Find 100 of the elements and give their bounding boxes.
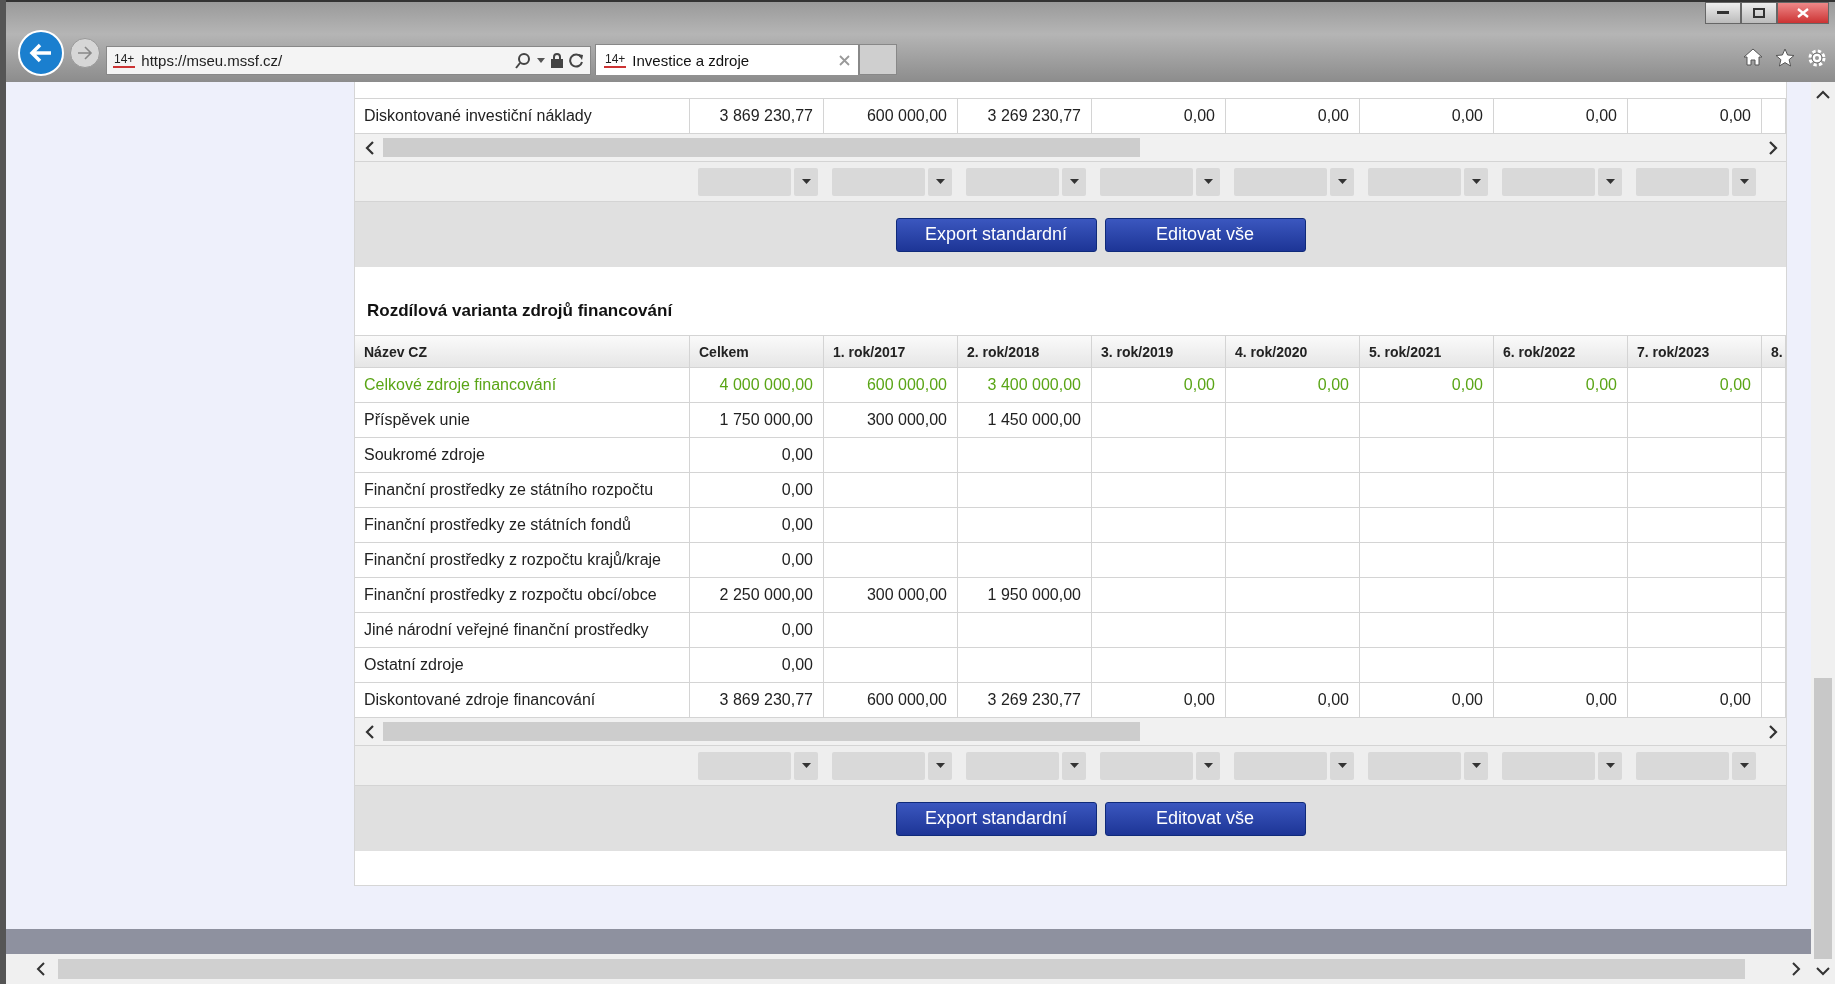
dropdown-button[interactable]: [794, 167, 818, 196]
chevron-right-icon[interactable]: [1768, 140, 1778, 155]
caret-icon: [1605, 179, 1615, 184]
table-cell: 1 750 000,00: [690, 403, 824, 438]
table-cell: 0,00: [1226, 368, 1360, 403]
minimize-button[interactable]: [1705, 2, 1741, 24]
column-header[interactable]: 3. rok/2019: [1092, 335, 1226, 368]
table-cell: 1 450 000,00: [958, 403, 1092, 438]
browser-tab[interactable]: 14+ Investice a zdroje: [595, 44, 859, 75]
table-cell: 0,00: [690, 508, 824, 543]
row-label: Soukromé zdroje: [355, 438, 690, 473]
column-header[interactable]: 1. rok/2017: [824, 335, 958, 368]
table-cell: 0,00: [690, 613, 824, 648]
caret-icon: [1605, 763, 1615, 768]
dropdown-button[interactable]: [928, 167, 952, 196]
home-icon[interactable]: [1743, 48, 1763, 66]
row-label: Finanční prostředky z rozpočtu krajů/kraje: [355, 543, 690, 578]
chevron-right-icon[interactable]: [1768, 724, 1778, 739]
tab-title: Investice a zdroje: [632, 51, 751, 69]
back-button[interactable]: [18, 30, 64, 76]
maximize-button[interactable]: [1741, 2, 1777, 24]
dropdown-button[interactable]: [1464, 751, 1488, 780]
row-label: Jiné národní veřejné finanční prostředky: [355, 613, 690, 648]
dropdown-button[interactable]: [1062, 167, 1086, 196]
table-cell: 300 000,00: [824, 578, 958, 613]
edit-all-button[interactable]: Editovat vše: [1104, 801, 1306, 836]
dropdown-button[interactable]: [1598, 167, 1622, 196]
chevron-left-icon[interactable]: [365, 140, 375, 155]
row-label: Finanční prostředky z rozpočtu obcí/obce: [355, 578, 690, 613]
table-cell: 1 950 000,00: [958, 578, 1092, 613]
dropdown-button[interactable]: [1598, 751, 1622, 780]
lock-icon: [551, 53, 563, 68]
minimize-icon: [1717, 11, 1729, 15]
table-cell: 4 000 000,00: [690, 368, 824, 403]
caret-icon: [1203, 763, 1213, 768]
dropdown-button[interactable]: [1732, 167, 1756, 196]
caret-icon: [1069, 763, 1079, 768]
column-header[interactable]: 2. rok/2018: [958, 335, 1092, 368]
star-icon[interactable]: [1775, 48, 1795, 67]
caret-icon: [935, 179, 945, 184]
caret-icon: [1739, 179, 1749, 184]
column-header[interactable]: Celkem: [690, 335, 824, 368]
edit-all-button[interactable]: Editovat vše: [1104, 217, 1306, 252]
chevron-left-icon[interactable]: [365, 724, 375, 739]
scrollbar-thumb[interactable]: [58, 959, 1745, 979]
row-label: Finanční prostředky ze státního rozpočtu: [355, 473, 690, 508]
section-title: Rozdílová varianta zdrojů financování: [366, 300, 674, 322]
table-cell: 3 400 000,00: [958, 368, 1092, 403]
scrollbar-thumb[interactable]: [1814, 677, 1832, 959]
caret-icon[interactable]: [537, 58, 545, 63]
chevron-left-icon[interactable]: [36, 962, 46, 976]
dropdown-button[interactable]: [928, 751, 952, 780]
search-icon[interactable]: [515, 52, 531, 69]
left-arrow-icon: [29, 43, 53, 63]
caret-icon: [1337, 763, 1347, 768]
dropdown-button[interactable]: [1464, 167, 1488, 196]
table-cell: 0,00: [690, 438, 824, 473]
column-header[interactable]: 7. rok/2023: [1628, 335, 1762, 368]
close-button[interactable]: [1777, 2, 1829, 24]
caret-icon: [1069, 179, 1079, 184]
caret-icon: [1739, 763, 1749, 768]
row-label: Celkové zdroje financování: [355, 368, 690, 403]
table-cell: 0,00: [690, 473, 824, 508]
dropdown-button[interactable]: [1330, 751, 1354, 780]
refresh-icon[interactable]: [569, 53, 584, 68]
dropdown-button[interactable]: [1196, 751, 1220, 780]
scrollbar-thumb[interactable]: [383, 722, 1141, 741]
chevron-down-icon[interactable]: [1816, 967, 1830, 976]
caret-icon: [1337, 179, 1347, 184]
column-header[interactable]: 8.: [1762, 335, 1786, 368]
chevron-right-icon[interactable]: [1791, 962, 1801, 976]
close-icon[interactable]: [839, 54, 850, 66]
column-header[interactable]: Název CZ: [355, 335, 690, 368]
table-cell: 0,00: [1628, 368, 1762, 403]
caret-icon: [1471, 763, 1481, 768]
row-label: Ostatní zdroje: [355, 648, 690, 683]
scrollbar-thumb[interactable]: [383, 138, 1141, 157]
column-header[interactable]: 6. rok/2022: [1494, 335, 1628, 368]
export-button[interactable]: Export standardní: [895, 217, 1097, 252]
maximize-icon: [1753, 8, 1765, 18]
table-cell: 0,00: [1092, 368, 1226, 403]
dropdown-button[interactable]: [1196, 167, 1220, 196]
table-cell: 0,00: [1494, 368, 1628, 403]
address-bar[interactable]: 14+ https://mseu.mssf.cz/: [106, 46, 591, 75]
dropdown-button[interactable]: [794, 751, 818, 780]
dropdown-button[interactable]: [1732, 751, 1756, 780]
right-arrow-icon: [77, 46, 93, 60]
row-label: Finanční prostředky ze státních fondů: [355, 508, 690, 543]
dropdown-button[interactable]: [1062, 751, 1086, 780]
export-button[interactable]: Export standardní: [895, 801, 1097, 836]
row-label: Příspěvek unie: [355, 403, 690, 438]
column-header[interactable]: 5. rok/2021: [1360, 335, 1494, 368]
caret-icon: [801, 179, 811, 184]
settings-icon[interactable]: [1807, 48, 1827, 68]
close-icon: [1797, 8, 1809, 18]
chevron-up-icon[interactable]: [1816, 90, 1830, 99]
dropdown-button[interactable]: [1330, 167, 1354, 196]
caret-icon: [1203, 179, 1213, 184]
table-cell: 0,00: [1360, 368, 1494, 403]
column-header[interactable]: 4. rok/2020: [1226, 335, 1360, 368]
